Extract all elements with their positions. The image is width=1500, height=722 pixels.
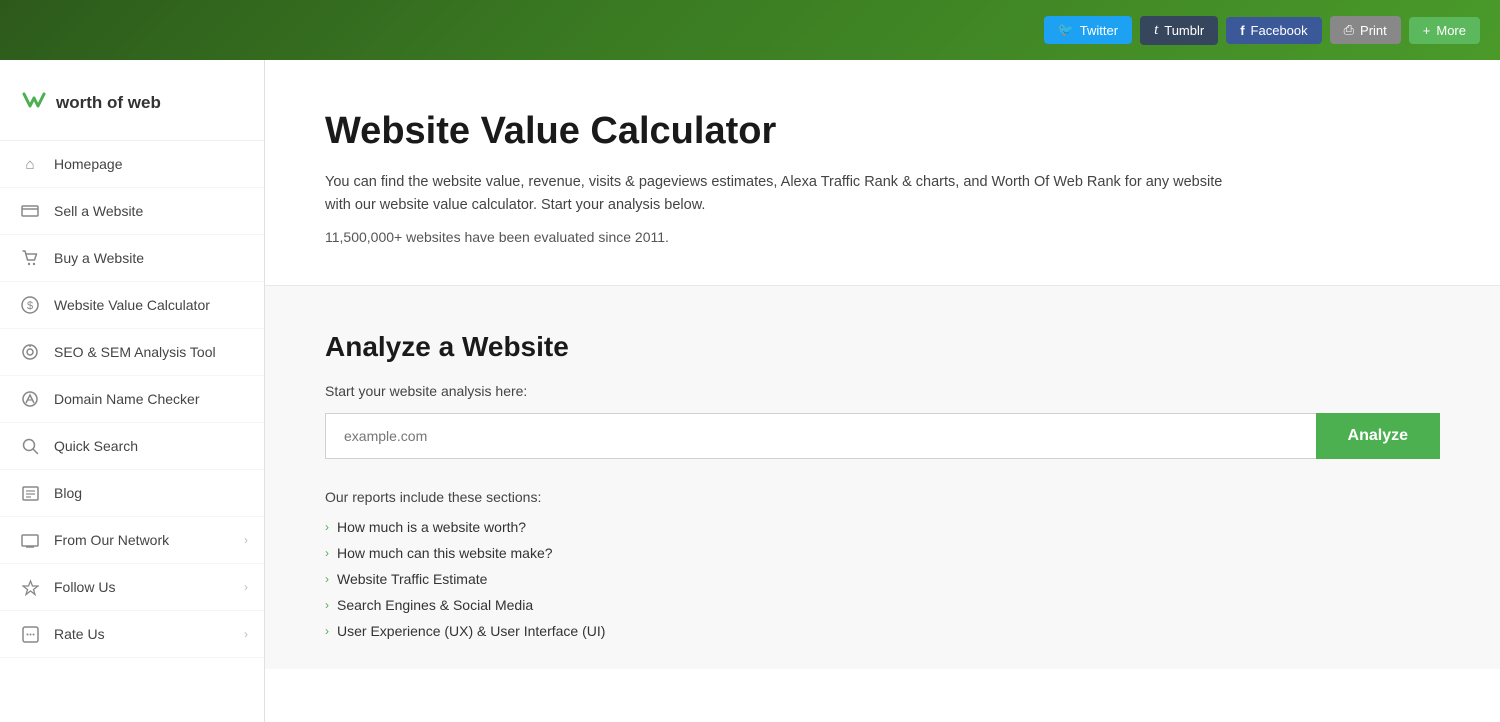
analyze-input[interactable] [325, 413, 1316, 459]
print-button[interactable]: ⎙ Print [1330, 16, 1401, 44]
analyze-title: Analyze a Website [325, 331, 1440, 363]
sidebar-item-seo[interactable]: SEO & SEM Analysis Tool [0, 329, 264, 376]
search-icon [20, 436, 40, 456]
follow-icon [20, 577, 40, 597]
sell-icon [20, 201, 40, 221]
analyze-form: Analyze [325, 413, 1440, 459]
twitter-share-button[interactable]: 🐦 Twitter [1044, 16, 1132, 44]
reports-intro: Our reports include these sections: [325, 489, 1440, 505]
tumblr-icon: t [1154, 22, 1158, 39]
print-label: Print [1360, 23, 1387, 38]
more-button[interactable]: + More [1409, 17, 1480, 44]
network-icon [20, 530, 40, 550]
seo-icon [20, 342, 40, 362]
sidebar-label-homepage: Homepage [54, 156, 123, 172]
twitter-icon: 🐦 [1058, 22, 1074, 38]
sidebar-item-sell-website[interactable]: Sell a Website [0, 188, 264, 235]
analyze-button[interactable]: Analyze [1316, 413, 1440, 459]
report-item-3: Website Traffic Estimate [337, 571, 487, 587]
report-item-1: How much is a website worth? [337, 519, 526, 535]
blog-icon [20, 483, 40, 503]
list-item: › How much is a website worth? [325, 519, 1440, 535]
svg-text:$: $ [27, 300, 33, 312]
rate-arrow-icon: › [244, 627, 248, 641]
sidebar-label-blog: Blog [54, 485, 82, 501]
main-content: Website Value Calculator You can find th… [265, 60, 1500, 722]
domain-icon [20, 389, 40, 409]
sidebar-item-website-value[interactable]: $ Website Value Calculator [0, 282, 264, 329]
sidebar-item-domain[interactable]: Domain Name Checker [0, 376, 264, 423]
sidebar-item-rate-us[interactable]: Rate Us › [0, 611, 264, 658]
sidebar-item-buy-website[interactable]: Buy a Website [0, 235, 264, 282]
chevron-icon: › [325, 598, 329, 612]
rate-icon [20, 624, 40, 644]
print-icon: ⎙ [1344, 22, 1354, 38]
value-icon: $ [20, 295, 40, 315]
report-item-5: User Experience (UX) & User Interface (U… [337, 623, 605, 639]
sidebar: worth of web ⌂ Homepage Sell a Website B… [0, 60, 265, 722]
logo-icon [20, 88, 48, 118]
tumblr-label: Tumblr [1164, 23, 1204, 38]
layout: worth of web ⌂ Homepage Sell a Website B… [0, 60, 1500, 722]
sidebar-label-network: From Our Network [54, 532, 169, 548]
sidebar-item-homepage[interactable]: ⌂ Homepage [0, 141, 264, 188]
twitter-label: Twitter [1080, 23, 1118, 38]
chevron-icon: › [325, 546, 329, 560]
chevron-icon: › [325, 572, 329, 586]
list-item: › How much can this website make? [325, 545, 1440, 561]
facebook-icon: f [1240, 23, 1244, 38]
network-arrow-icon: › [244, 533, 248, 547]
sidebar-item-blog[interactable]: Blog [0, 470, 264, 517]
chevron-icon: › [325, 624, 329, 638]
sidebar-label-rate: Rate Us [54, 626, 105, 642]
hero-count: 11,500,000+ websites have been evaluated… [325, 229, 1440, 245]
analyze-sublabel: Start your website analysis here: [325, 383, 1440, 399]
more-icon: + [1423, 23, 1431, 38]
sidebar-item-follow-us[interactable]: Follow Us › [0, 564, 264, 611]
sidebar-label-follow: Follow Us [54, 579, 115, 595]
logo-area: worth of web [0, 70, 264, 141]
list-item: › Website Traffic Estimate [325, 571, 1440, 587]
sidebar-label-domain: Domain Name Checker [54, 391, 200, 407]
chevron-icon: › [325, 520, 329, 534]
sidebar-label-buy: Buy a Website [54, 250, 144, 266]
report-item-4: Search Engines & Social Media [337, 597, 533, 613]
list-item: › Search Engines & Social Media [325, 597, 1440, 613]
follow-arrow-icon: › [244, 580, 248, 594]
home-icon: ⌂ [20, 154, 40, 174]
tumblr-share-button[interactable]: t Tumblr [1140, 16, 1218, 45]
buy-icon [20, 248, 40, 268]
facebook-share-button[interactable]: f Facebook [1226, 17, 1321, 44]
sidebar-label-sell: Sell a Website [54, 203, 143, 219]
sidebar-item-network[interactable]: From Our Network › [0, 517, 264, 564]
sidebar-label-seo: SEO & SEM Analysis Tool [54, 344, 216, 360]
more-label: More [1436, 23, 1466, 38]
sidebar-label-value: Website Value Calculator [54, 297, 210, 313]
report-list: › How much is a website worth? › How muc… [325, 519, 1440, 639]
analyze-section: Analyze a Website Start your website ana… [265, 286, 1500, 669]
sidebar-label-quick-search: Quick Search [54, 438, 138, 454]
hero-section: Website Value Calculator You can find th… [265, 60, 1500, 286]
sidebar-item-quick-search[interactable]: Quick Search [0, 423, 264, 470]
facebook-label: Facebook [1251, 23, 1308, 38]
list-item: › User Experience (UX) & User Interface … [325, 623, 1440, 639]
logo-text: worth of web [56, 93, 161, 113]
report-item-2: How much can this website make? [337, 545, 553, 561]
topbar: 🐦 Twitter t Tumblr f Facebook ⎙ Print + … [0, 0, 1500, 60]
hero-title: Website Value Calculator [325, 110, 1440, 153]
hero-description: You can find the website value, revenue,… [325, 171, 1225, 217]
